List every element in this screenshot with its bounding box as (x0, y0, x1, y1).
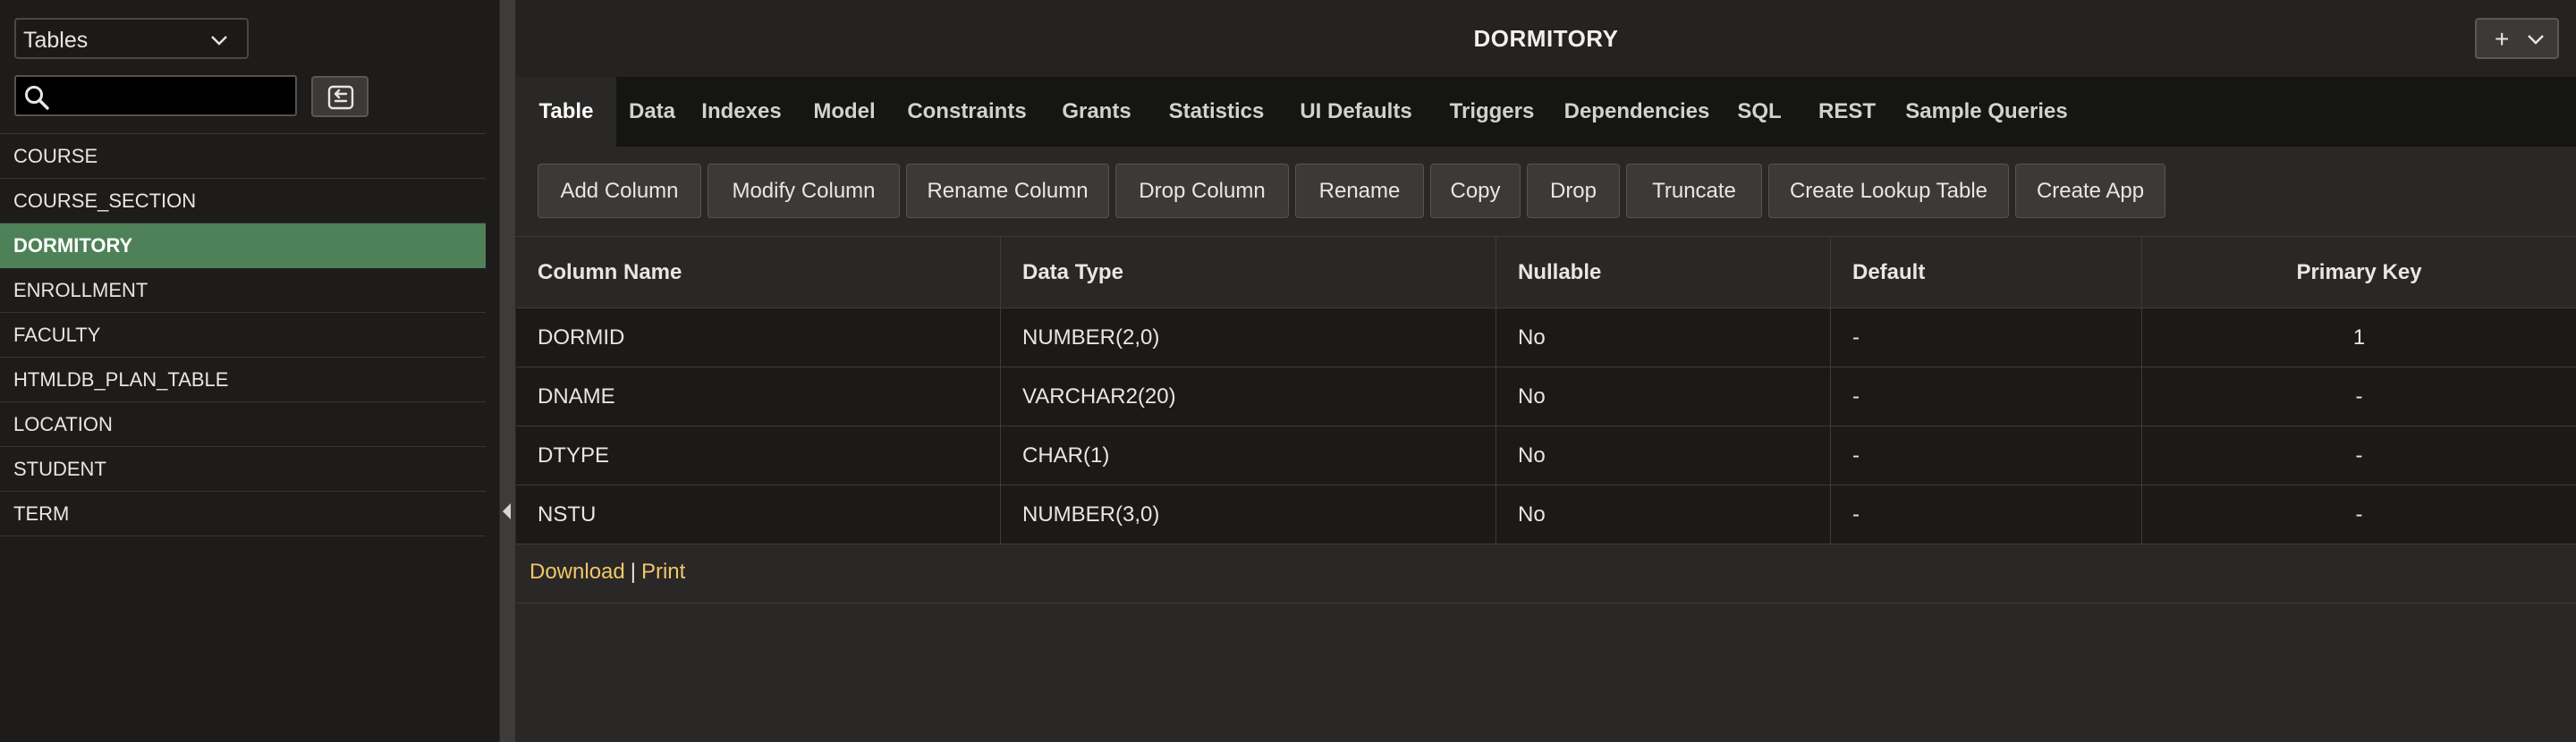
sidebar-item-term[interactable]: TERM (0, 492, 486, 536)
column-header-primary-key[interactable]: Primary Key (2142, 237, 2576, 308)
table-header-row: Column Name Data Type Nullable Default Prima… (516, 237, 2576, 308)
truncate-button[interactable]: Truncate (1626, 164, 1762, 218)
create-lookup-table-button[interactable]: Create Lookup Table (1768, 164, 2009, 218)
download-link[interactable]: Download (530, 560, 625, 584)
tab-constraints[interactable]: Constraints (894, 77, 1040, 147)
table-row: DNAME VARCHAR2(20) No - - (516, 367, 2576, 426)
main-content: DORMITORY + Table Data Indexes Model Constra… (516, 0, 2576, 742)
tab-bar: Table Data Indexes Model Constraints Grants St… (516, 77, 2576, 147)
tab-grants[interactable]: Grants (1040, 77, 1153, 147)
column-header-default[interactable]: Default (1831, 237, 2142, 308)
panel-splitter[interactable] (499, 0, 515, 742)
column-header-column-name[interactable]: Column Name (516, 237, 1001, 308)
table-row: DORMID NUMBER(2,0) No - 1 (516, 308, 2576, 367)
object-browser-panel: Tables COURSE COURSE_SECTION DORMITORY ENRO… (0, 0, 499, 742)
tab-data[interactable]: Data (616, 77, 688, 147)
search-field[interactable] (14, 75, 297, 116)
table-cell: DNAME (516, 367, 1001, 426)
object-type-value: Tables (23, 28, 89, 53)
table-cell: VARCHAR2(20) (1001, 367, 1496, 426)
columns-grid: Column Name Data Type Nullable Default Prima… (516, 237, 2576, 544)
sidebar-item-course-section[interactable]: COURSE_SECTION (0, 179, 486, 223)
sidebar-item-student[interactable]: STUDENT (0, 447, 486, 492)
switch-view-button[interactable] (311, 76, 369, 117)
table-row: NSTU NUMBER(3,0) No - - (516, 485, 2576, 544)
table-cell: DTYPE (516, 426, 1001, 485)
table-cell: - (2355, 502, 2363, 527)
tab-dependencies[interactable]: Dependencies (1552, 77, 1722, 147)
table-cell: - (1831, 485, 2142, 544)
sidebar-item-enrollment[interactable]: ENROLLMENT (0, 268, 486, 313)
report-footer: Download | Print (516, 544, 2576, 603)
object-type-select[interactable]: Tables (14, 18, 249, 59)
sidebar-item-location[interactable]: LOCATION (0, 402, 486, 447)
tab-model[interactable]: Model (795, 77, 894, 147)
table-cell: - (2355, 384, 2363, 409)
table-cell: - (1831, 426, 2142, 485)
column-header-nullable[interactable]: Nullable (1496, 237, 1831, 308)
table-row: DTYPE CHAR(1) No - - (516, 426, 2576, 485)
tab-sample-queries[interactable]: Sample Queries (1897, 77, 2076, 147)
tab-table[interactable]: Table (516, 77, 616, 147)
table-cell: - (2355, 443, 2363, 468)
table-cell: NSTU (516, 485, 1001, 544)
copy-button[interactable]: Copy (1430, 164, 1521, 218)
tab-indexes[interactable]: Indexes (688, 77, 795, 147)
chevron-down-icon (2527, 33, 2545, 50)
table-cell: NUMBER(2,0) (1001, 308, 1496, 367)
tab-sql[interactable]: SQL (1722, 77, 1797, 147)
rename-button[interactable]: Rename (1295, 164, 1424, 218)
table-cell: No (1496, 485, 1831, 544)
rename-column-button[interactable]: Rename Column (906, 164, 1109, 218)
sidebar-item-course[interactable]: COURSE (0, 134, 486, 179)
chevron-down-icon (209, 30, 229, 55)
table-cell: No (1496, 367, 1831, 426)
table-cell: No (1496, 426, 1831, 485)
create-app-button[interactable]: Create App (2015, 164, 2165, 218)
drop-button[interactable]: Drop (1527, 164, 1620, 218)
table-cell: - (1831, 367, 2142, 426)
drop-column-button[interactable]: Drop Column (1115, 164, 1289, 218)
page-title: DORMITORY (1473, 25, 1619, 52)
add-column-button[interactable]: Add Column (538, 164, 701, 218)
table-cell: 1 (2352, 325, 2366, 350)
search-icon (23, 84, 50, 115)
tab-rest[interactable]: REST (1797, 77, 1897, 147)
tab-triggers[interactable]: Triggers (1432, 77, 1552, 147)
tab-ui-defaults[interactable]: UI Defaults (1280, 77, 1432, 147)
object-list: COURSE COURSE_SECTION DORMITORY ENROLLMENT F… (0, 133, 486, 536)
sidebar-item-htmldb-plan-table[interactable]: HTMLDB_PLAN_TABLE (0, 358, 486, 402)
table-toolbar: Add Column Modify Column Rename Column Drop… (516, 147, 2576, 237)
table-cell: DORMID (516, 308, 1001, 367)
tab-statistics[interactable]: Statistics (1153, 77, 1280, 147)
table-cell: - (1831, 308, 2142, 367)
sidebar-item-faculty[interactable]: FACULTY (0, 313, 486, 358)
plus-icon: + (2495, 25, 2510, 53)
search-input[interactable] (61, 80, 293, 113)
modify-column-button[interactable]: Modify Column (708, 164, 900, 218)
collapse-arrow-icon[interactable] (503, 503, 511, 519)
table-cell: CHAR(1) (1001, 426, 1496, 485)
table-cell: No (1496, 308, 1831, 367)
create-menu-button[interactable]: + (2475, 18, 2559, 59)
column-header-data-type[interactable]: Data Type (1001, 237, 1496, 308)
table-cell: NUMBER(3,0) (1001, 485, 1496, 544)
sidebar-item-dormitory[interactable]: DORMITORY (0, 223, 486, 268)
print-link[interactable]: Print (641, 560, 685, 584)
link-separator: | (630, 560, 636, 584)
page-header: DORMITORY + (516, 0, 2576, 77)
switch-view-icon (327, 85, 354, 110)
